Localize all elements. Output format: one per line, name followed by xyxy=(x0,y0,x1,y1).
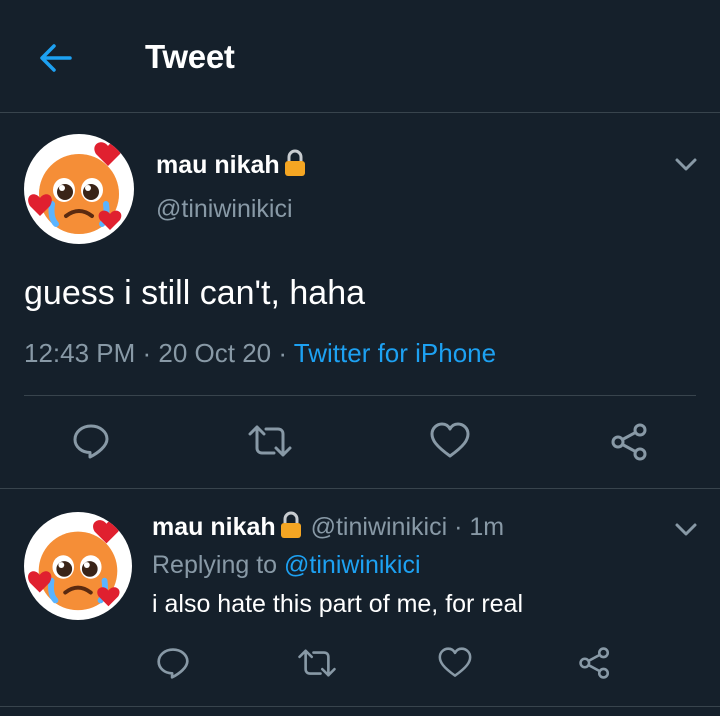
reply-icon xyxy=(157,648,189,679)
heart-icon xyxy=(430,422,470,458)
reply-text: i also hate this part of me, for real xyxy=(152,590,524,618)
reply-like-button[interactable] xyxy=(438,647,472,684)
pleading-face-emoji-icon xyxy=(28,520,120,611)
share-icon xyxy=(611,423,647,461)
tweet-source-link[interactable]: Twitter for iPhone xyxy=(294,338,496,368)
author-name[interactable]: mau nikah xyxy=(156,148,308,185)
meta-divider xyxy=(24,395,696,396)
meta-separator: · xyxy=(271,338,294,368)
back-arrow-icon[interactable] xyxy=(36,38,76,78)
share-button[interactable] xyxy=(610,422,650,467)
reply-divider xyxy=(0,706,720,707)
reply-separator: · xyxy=(447,513,470,542)
tweet-time: 12:43 PM xyxy=(24,338,136,368)
lock-icon xyxy=(282,148,308,185)
pleading-face-emoji-icon xyxy=(28,142,122,234)
heart-icon xyxy=(438,647,472,677)
retweet-icon xyxy=(248,425,292,457)
chevron-down-icon[interactable] xyxy=(672,150,700,183)
reply-age: 1m xyxy=(469,513,505,542)
reply-retweet-button[interactable] xyxy=(296,646,338,685)
reply-chevron-down-icon[interactable] xyxy=(672,515,700,548)
author-avatar[interactable] xyxy=(24,134,134,244)
reply-author-avatar[interactable] xyxy=(24,512,132,620)
reply-author-name[interactable]: mau nikah xyxy=(152,513,276,541)
page-title: Tweet xyxy=(145,38,235,75)
replying-prefix: Replying to xyxy=(152,551,285,579)
tweet-meta: 12:43 PM · 20 Oct 20 · Twitter for iPhon… xyxy=(24,338,496,369)
share-icon xyxy=(579,647,610,679)
header-divider xyxy=(0,112,720,113)
retweet-button[interactable] xyxy=(246,422,294,465)
author-name-text: mau nikah xyxy=(156,151,280,180)
tweet-divider xyxy=(0,488,720,489)
like-button[interactable] xyxy=(430,422,470,465)
author-handle[interactable]: @tiniwinikici xyxy=(156,195,293,224)
tweet-date: 20 Oct 20 xyxy=(158,338,272,368)
reply-icon xyxy=(73,424,109,459)
reply-author-handle[interactable]: @tiniwinikici xyxy=(311,513,448,541)
reply-share-button[interactable] xyxy=(578,646,612,685)
reply-reply-button[interactable] xyxy=(156,646,190,685)
reply-header: mau nikah @tiniwinikici · 1m xyxy=(152,510,504,547)
replying-to-link[interactable]: @tiniwinikici xyxy=(284,551,421,579)
lock-icon xyxy=(278,510,304,547)
reply-button[interactable] xyxy=(72,422,110,465)
tweet-text: guess i still can't, haha xyxy=(24,274,366,312)
top-bar: Tweet xyxy=(0,0,720,112)
meta-separator: · xyxy=(135,338,159,368)
replying-to: Replying to @tiniwinikici xyxy=(152,551,421,580)
retweet-icon xyxy=(298,649,336,677)
